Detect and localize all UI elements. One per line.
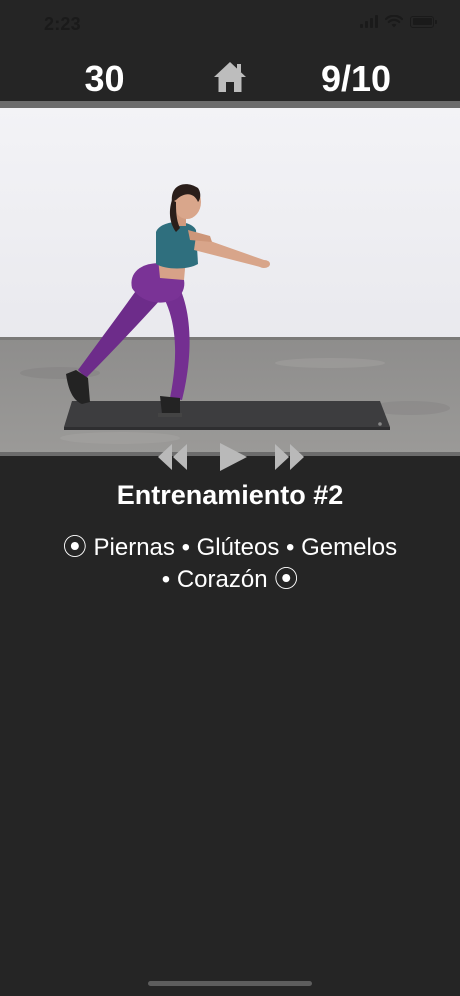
status-bar: 2:23 [0,0,460,50]
rewind-button[interactable] [156,440,190,474]
muscle-groups: ⦿ Piernas • Glúteos • Gemelos • Corazón … [20,532,440,596]
home-indicator[interactable] [148,981,312,986]
fast-forward-icon [275,444,304,470]
workout-screen: 2:23 30 9/10 Entrenamiento #2 ⦿ Piernas … [0,0,460,996]
exercise-video-frame [0,108,460,456]
timer-count: 30 [84,58,125,99]
play-button[interactable] [216,440,250,474]
play-icon [220,443,247,471]
muscle-groups-line-1: ⦿ Piernas • Glúteos • Gemelos [62,534,398,561]
status-time: 2:23 [44,14,81,34]
workout-title: Entrenamiento #2 [116,480,344,510]
wifi-icon [385,15,403,28]
cellular-signal-icon [360,15,378,28]
exercise-video[interactable] [0,108,460,456]
exercise-counter: 9/10 [320,58,392,99]
playback-controls [0,440,460,474]
home-icon [214,62,246,92]
battery-icon [410,15,437,28]
workout-header: 30 9/10 [0,50,460,105]
header-divider [0,101,460,108]
muscle-groups-line-2: • Corazón ⦿ [161,566,299,593]
home-button[interactable] [212,60,248,94]
rewind-icon [158,444,187,470]
fast-forward-button[interactable] [272,440,306,474]
status-icons [360,15,437,28]
